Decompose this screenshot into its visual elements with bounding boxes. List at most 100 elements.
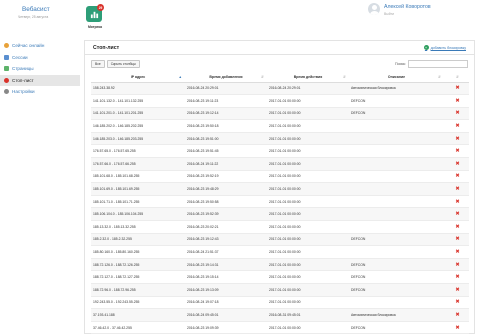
logout-link[interactable]: Выйти [384, 12, 394, 16]
cell-ip: 188.72.127.0 - 188.72.127.255 [91, 270, 185, 284]
table-row: 185.101.69.0 - 185.101.69.255 2016-08-23 … [91, 182, 469, 196]
delete-icon[interactable]: ✖ [455, 199, 459, 205]
avatar[interactable] [368, 3, 380, 15]
delete-icon[interactable]: ✖ [455, 236, 459, 242]
table-row: 37.193.41.188 2016-08-24 09:45:01 2016-08-… [91, 308, 469, 322]
cell-description: DEFCON [349, 270, 444, 284]
sidebar-item-sessions[interactable]: Сессии [0, 52, 80, 63]
cell-added: 2016-08-23 19:11:23 [185, 94, 267, 108]
delete-icon[interactable]: ✖ [455, 98, 459, 104]
cell-expires: 2016-08-31 09:45:01 [267, 308, 349, 322]
notification-badge: 29 [97, 4, 104, 11]
sort-icon: ⇵ [261, 75, 264, 79]
column-header-ip[interactable]: IP адрес ▲ [91, 72, 185, 83]
cell-ip: 185.13.32.0 - 185.13.32.255 [91, 220, 185, 234]
delete-icon[interactable]: ✖ [455, 173, 459, 179]
delete-cell: ✖ [444, 132, 469, 146]
cell-expires: 2017-01-01 00:00:00 [267, 321, 349, 334]
delete-icon[interactable]: ✖ [455, 211, 459, 217]
delete-cell: ✖ [444, 258, 469, 272]
cell-ip: 185.101.68.0 - 185.101.68.255 [91, 170, 185, 184]
stop-icon [4, 77, 9, 83]
cell-ip: 37.46.42.0 - 37.46.42.255 [91, 321, 185, 334]
delete-icon[interactable]: ✖ [455, 123, 459, 129]
sidebar-item-stoplist[interactable]: Стоп-лист [0, 74, 80, 86]
delete-icon[interactable]: ✖ [455, 224, 459, 230]
table-row: 176.57.66.0 - 176.57.66.255 2016-08-24 19… [91, 157, 469, 171]
delete-icon[interactable]: ✖ [455, 299, 459, 305]
delete-cell: ✖ [444, 270, 469, 284]
sidebar-item-settings[interactable]: Настройки [0, 86, 80, 97]
delete-icon[interactable]: ✖ [455, 312, 459, 318]
cell-added: 2016-08-24 19:11:22 [185, 157, 267, 171]
cell-added: 2016-08-23 19:09:39 [185, 321, 267, 334]
cell-expires: 2017-01-01 00:00:00 [267, 207, 349, 222]
delete-icon[interactable]: ✖ [455, 325, 459, 331]
cell-expires: 2017-01-01 00:00:00 [267, 220, 349, 234]
add-block-label: добавить блокировку [430, 45, 466, 50]
search-input[interactable] [408, 60, 468, 68]
sidebar-item-online[interactable]: Сейчас онлайн [0, 40, 80, 51]
cell-ip: 176.57.66.0 - 176.57.66.255 [91, 157, 185, 171]
cell-description: DEFCON [349, 233, 444, 247]
table-header-row: IP адрес ▲ Время добавления ⇵ Время действ… [91, 72, 469, 83]
cell-added: 2016-08-23 19:12:43 [185, 233, 267, 247]
delete-icon[interactable]: ✖ [455, 85, 459, 91]
user-block: Алексей Коворотов Выйти [368, 2, 480, 22]
cell-description: DEFCON [349, 283, 444, 297]
delete-cell: ✖ [444, 296, 469, 310]
cell-expires: 2017-01-01 00:00:00 [267, 283, 349, 297]
cell-ip: 185.101.69.0 - 185.101.69.255 [91, 182, 185, 196]
cell-description [349, 182, 444, 196]
table-row: 185.13.32.0 - 185.13.32.255 2016-08-23 20… [91, 220, 469, 234]
gear-icon [4, 89, 9, 94]
show-all-button[interactable]: Все [91, 60, 105, 68]
delete-icon[interactable]: ✖ [455, 186, 459, 192]
cell-expires: 2017-01-01 00:00:00 [267, 94, 349, 108]
delete-icon[interactable]: ✖ [455, 287, 459, 293]
cell-expires: 2017-01-01 00:00:00 [267, 245, 349, 259]
sidebar-item-label: Сессии [12, 54, 28, 60]
sidebar-item-label: Настройки [12, 89, 35, 94]
column-header-added[interactable]: Время добавления ⇵ [185, 72, 267, 83]
add-block-link[interactable]: + добавить блокировку [423, 45, 466, 50]
delete-cell: ✖ [444, 107, 469, 121]
delete-cell: ✖ [444, 308, 469, 322]
hide-columns-button[interactable]: Скрыть столбцы [106, 60, 140, 68]
app-tile-motreka[interactable]: 29 Мотрека [84, 4, 106, 32]
delete-icon[interactable]: ✖ [455, 136, 459, 142]
sort-icon: ⇵ [456, 75, 459, 79]
search-box: Поиск: [395, 60, 468, 68]
cell-added: 2016-08-24 20:29:01 [185, 82, 267, 96]
delete-icon[interactable]: ✖ [455, 110, 459, 116]
column-header-description[interactable]: Описание ⇵ [349, 72, 444, 83]
sidebar-item-pages[interactable]: Страницы [0, 63, 80, 74]
column-header-expires[interactable]: Время действия ⇵ [267, 72, 349, 83]
cell-added: 2016-08-23 19:15:14 [185, 270, 267, 284]
panel-header: Стоп-лист + добавить блокировку [85, 41, 474, 55]
cell-expires: 2017-01-01 00:00:00 [267, 132, 349, 146]
table-row: 37.46.42.0 - 37.46.42.255 2016-08-23 19:0… [91, 321, 469, 334]
cell-expires: 2017-01-01 00:00:00 [267, 119, 349, 133]
delete-icon[interactable]: ✖ [455, 262, 459, 268]
delete-icon[interactable]: ✖ [455, 148, 459, 154]
table-row: 185.101.71.0 - 185.101.71.255 2016-08-23 … [91, 195, 469, 209]
cell-description [349, 157, 444, 171]
cell-added: 2016-08-23 19:13:09 [185, 283, 267, 297]
cell-ip: 146.185.203.0 - 146.185.203.255 [91, 132, 185, 146]
delete-icon[interactable]: ✖ [455, 249, 459, 255]
delete-icon[interactable]: ✖ [455, 274, 459, 280]
delete-icon[interactable]: ✖ [455, 161, 459, 167]
delete-cell: ✖ [444, 220, 469, 234]
search-label: Поиск: [395, 62, 406, 66]
sort-icon: ⇵ [343, 75, 346, 79]
cell-ip: 146.185.202.0 - 146.185.202.255 [91, 119, 185, 133]
brand-block: Вебасист Четверг, 25 августа [0, 0, 80, 36]
cell-added: 2016-08-24 09:45:01 [185, 308, 267, 322]
cell-expires: 2017-01-01 00:00:00 [267, 233, 349, 247]
table-toolbar: Все Скрыть столбцы [91, 60, 142, 68]
cell-description [349, 207, 444, 222]
cell-description: DEFCON [349, 94, 444, 108]
brand-title[interactable]: Вебасист [22, 6, 50, 13]
user-name-link[interactable]: Алексей Коворотов [384, 4, 431, 10]
